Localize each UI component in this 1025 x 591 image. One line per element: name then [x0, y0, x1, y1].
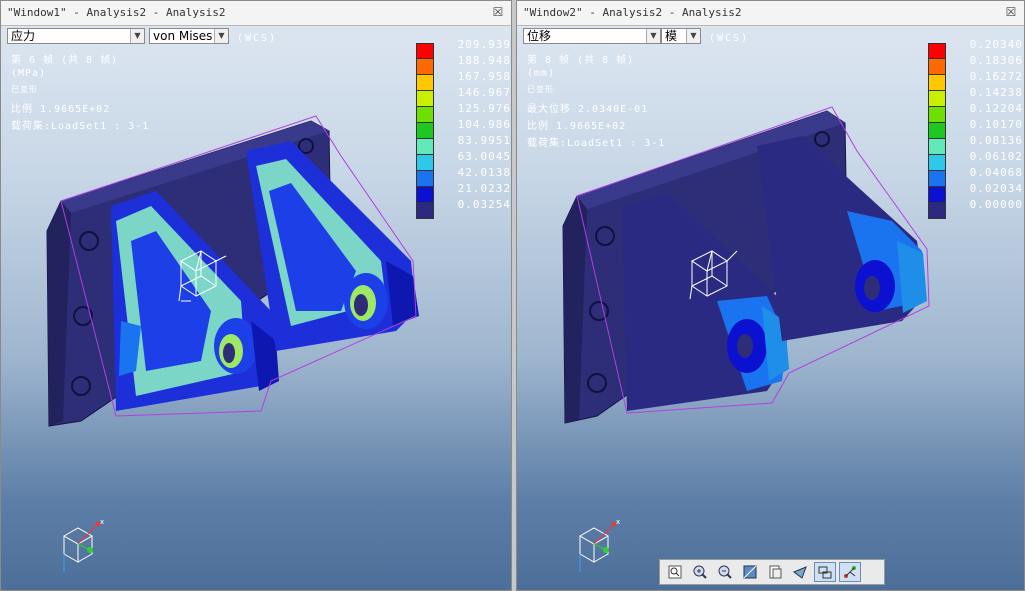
legend-value: 42.0138 — [457, 166, 511, 179]
units-label: (mm) — [527, 68, 556, 79]
legend-value: 0.03254 — [457, 198, 511, 211]
window-titlebar: "Window2" - Analysis2 - Analysis2 ☒ — [517, 1, 1024, 26]
displacement-contour-model[interactable] — [557, 101, 957, 431]
legend-value: 125.976 — [457, 102, 511, 115]
legend-value: 63.0045 — [457, 150, 511, 163]
component-value: von Mises — [153, 29, 213, 43]
close-icon[interactable]: ☒ — [491, 5, 505, 19]
component-select[interactable]: von Mises ▼ — [149, 28, 229, 44]
legend-value: 0.12204 — [969, 102, 1023, 115]
saved-views-icon[interactable] — [764, 562, 786, 582]
orient-icon[interactable] — [789, 562, 811, 582]
coord-system-label: (WCS) — [709, 33, 750, 44]
result-type-select[interactable]: 应力 ▼ — [7, 28, 145, 44]
view-toolbar — [659, 559, 885, 585]
window-titlebar: "Window1" - Analysis2 - Analysis2 ☒ — [1, 1, 511, 26]
result-type-value: 位移 — [527, 29, 552, 43]
legend-value: 0.00000 — [969, 198, 1023, 211]
legend-value: 188.948 — [457, 54, 511, 67]
legend-value: 0.04068 — [969, 166, 1023, 179]
legend-value: 167.958 — [457, 70, 511, 83]
deformed-label: 已变形 — [527, 85, 554, 94]
shading-icon[interactable] — [739, 562, 761, 582]
chevron-down-icon[interactable]: ▼ — [130, 29, 144, 43]
axis-x-label: x — [616, 518, 620, 526]
component-select[interactable]: 模 ▼ — [661, 28, 701, 44]
close-icon[interactable]: ☒ — [1004, 5, 1018, 19]
chevron-down-icon[interactable]: ▼ — [214, 29, 228, 43]
legend-swatch — [928, 75, 946, 91]
units-label: (MPa) — [11, 68, 47, 79]
legend-value: 0.16272 — [969, 70, 1023, 83]
legend-value: 209.939 — [457, 38, 511, 51]
legend-value: 0.08136 — [969, 134, 1023, 147]
deformed-label: 已变形 — [11, 85, 38, 94]
result-window-2: "Window2" - Analysis2 - Analysis2 ☒ 位移 ▼… — [516, 0, 1025, 591]
axis-x-label: x — [100, 518, 104, 526]
legend-value: 104.986 — [457, 118, 511, 131]
legend-value: 0.06102 — [969, 150, 1023, 163]
legend-values: 0.20340 0.18306 0.16272 0.14238 0.12204 … — [953, 37, 1023, 213]
legend-swatch — [416, 59, 434, 75]
window-title: "Window2" - Analysis2 - Analysis2 — [523, 6, 742, 19]
legend-swatch — [416, 75, 434, 91]
legend-value: 0.14238 — [969, 86, 1023, 99]
zoom-out-icon[interactable] — [714, 562, 736, 582]
window-title: "Window1" - Analysis2 - Analysis2 — [7, 6, 226, 19]
spin-center-icon[interactable] — [839, 562, 861, 582]
legend-swatch — [416, 91, 434, 107]
chevron-down-icon[interactable]: ▼ — [686, 29, 700, 43]
legend-value: 0.02034 — [969, 182, 1023, 195]
coordinate-triad: x — [62, 518, 104, 572]
result-type-select[interactable]: 位移 ▼ — [523, 28, 661, 44]
legend-values: 209.939 188.948 167.958 146.967 125.976 … — [441, 37, 511, 213]
result-window-1: "Window1" - Analysis2 - Analysis2 ☒ 应力 ▼… — [0, 0, 512, 591]
frame-info: 第 8 帧 (共 8 帧) — [527, 55, 635, 66]
legend-value: 0.18306 — [969, 54, 1023, 67]
display-style-icon[interactable] — [814, 562, 836, 582]
legend-value: 146.967 — [457, 86, 511, 99]
chevron-down-icon[interactable]: ▼ — [646, 29, 660, 43]
legend-swatch — [928, 59, 946, 75]
legend-value: 83.9951 — [457, 134, 511, 147]
stress-contour-model[interactable] — [41, 111, 441, 441]
coordinate-triad: x — [578, 518, 620, 572]
result-type-value: 应力 — [11, 29, 36, 43]
fit-icon[interactable] — [664, 562, 686, 582]
coord-system-label: (WCS) — [237, 33, 278, 44]
frame-info: 第 6 帧 (共 8 帧) — [11, 55, 119, 66]
legend-value: 0.20340 — [969, 38, 1023, 51]
legend-value: 0.10170 — [969, 118, 1023, 131]
legend-swatch — [928, 43, 946, 59]
legend-value: 21.0232 — [457, 182, 511, 195]
zoom-in-icon[interactable] — [689, 562, 711, 582]
legend-swatch — [416, 43, 434, 59]
component-value: 模 — [665, 29, 678, 43]
